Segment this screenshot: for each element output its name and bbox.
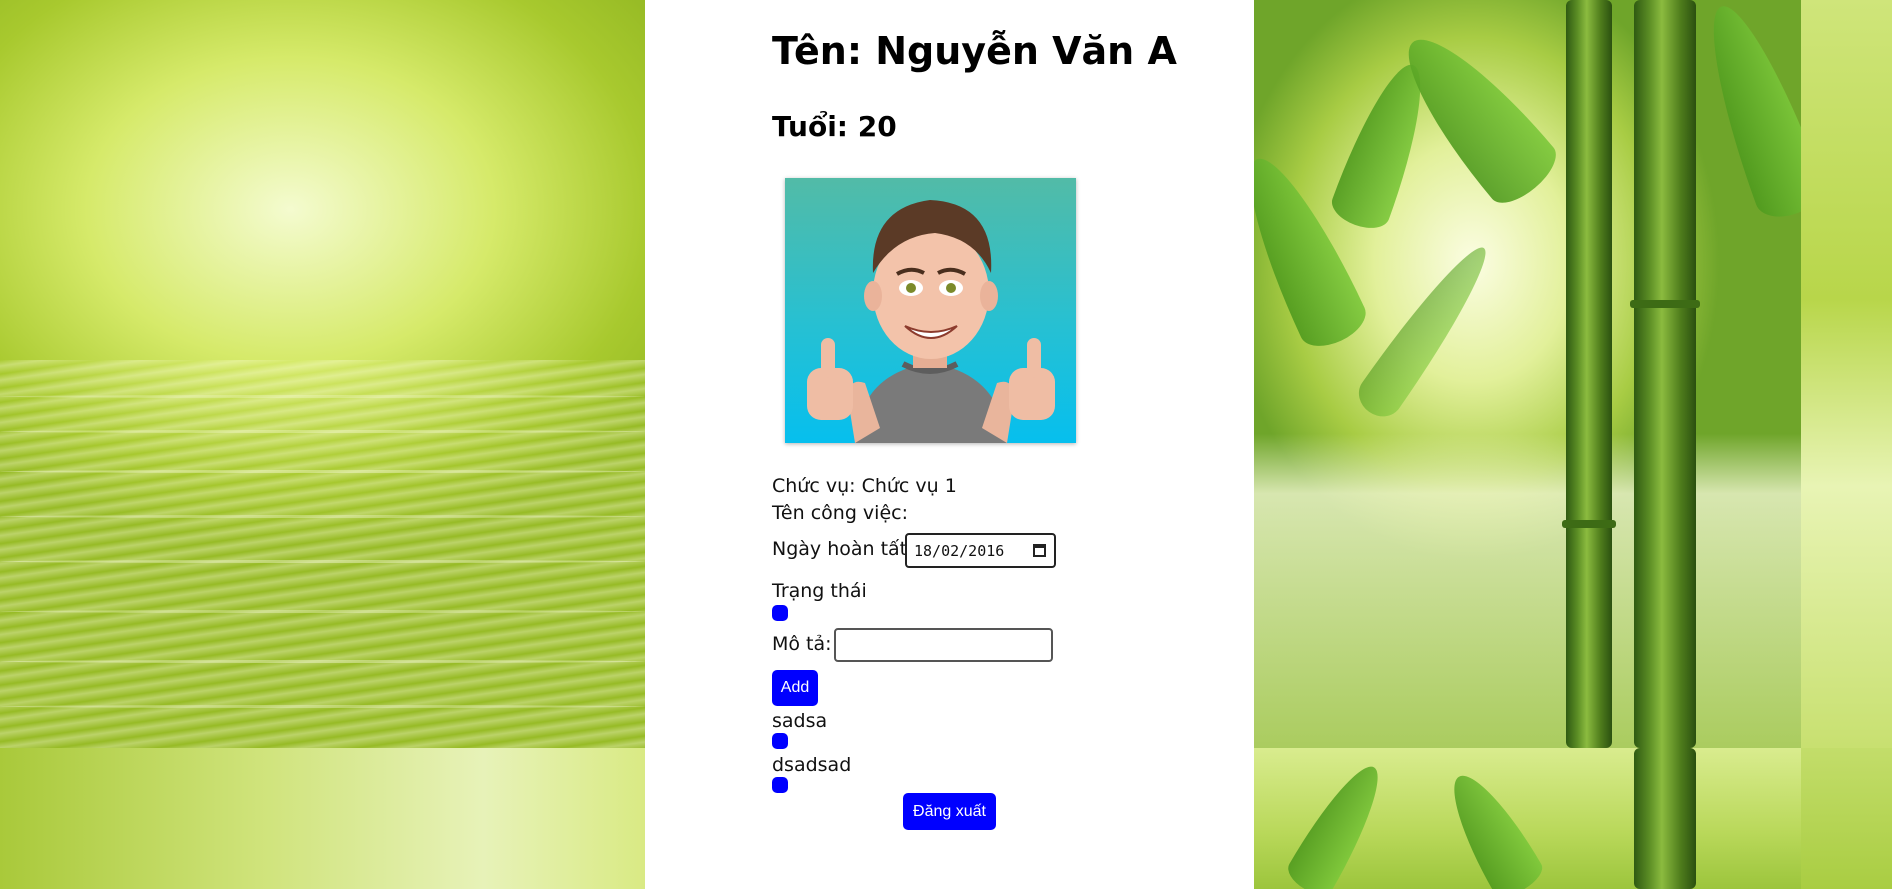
bamboo-leaf <box>1282 754 1396 889</box>
add-button[interactable]: Add <box>772 670 818 706</box>
job-name-label: Tên công việc: <box>772 502 908 524</box>
bamboo-leaf <box>1350 235 1503 425</box>
background-bamboo-right <box>1254 0 1801 748</box>
bamboo-leaf <box>1435 762 1548 889</box>
role-text: Chức vụ: Chức vụ 1 <box>772 475 957 497</box>
water-ripple <box>0 705 645 708</box>
background-far-right-bottom <box>1801 748 1892 889</box>
logout-button[interactable]: Đăng xuất <box>903 793 996 830</box>
water-ripple <box>0 515 645 518</box>
bamboo-stalk <box>1634 0 1696 748</box>
calendar-icon[interactable] <box>1033 544 1046 557</box>
avatar-icon <box>807 200 1055 443</box>
water-ripple <box>0 660 645 663</box>
avatar <box>785 178 1076 443</box>
status-checkbox[interactable] <box>772 605 788 621</box>
profile-age: Tuổi: 20 <box>772 110 897 143</box>
profile-name: Tên: Nguyễn Văn A <box>772 29 1177 73</box>
task-item-label: dsadsad <box>772 754 852 776</box>
description-label: Mô tả: <box>772 633 832 655</box>
status-label: Trạng thái <box>772 580 867 602</box>
water-ripple <box>0 560 645 563</box>
task-item-checkbox[interactable] <box>772 733 788 749</box>
bamboo-node <box>1630 300 1700 308</box>
bamboo-stalk <box>1566 0 1612 748</box>
due-date-value: 18/02/2016 <box>914 541 1005 560</box>
water-ripple <box>0 470 645 473</box>
task-item-checkbox[interactable] <box>772 777 788 793</box>
background-leaves-left <box>0 748 645 889</box>
task-item-label: sadsa <box>772 710 828 732</box>
bamboo-node <box>1562 520 1616 528</box>
background-bamboo-right-bottom <box>1254 748 1801 889</box>
water-ripple <box>0 610 645 613</box>
water-ripple <box>0 430 645 433</box>
bamboo-leaf <box>1688 0 1801 226</box>
profile-panel: Tên: Nguyễn Văn A Tuổi: 20 Chức vụ: Chức… <box>645 0 1254 889</box>
background-far-right <box>1801 0 1892 748</box>
due-date-input[interactable]: 18/02/2016 <box>905 533 1056 568</box>
background-water-left <box>0 0 645 748</box>
bamboo-stalk <box>1634 748 1696 889</box>
description-input[interactable] <box>834 628 1053 662</box>
water-ripple <box>0 395 645 398</box>
due-date-label: Ngày hoàn tất <box>772 538 908 560</box>
